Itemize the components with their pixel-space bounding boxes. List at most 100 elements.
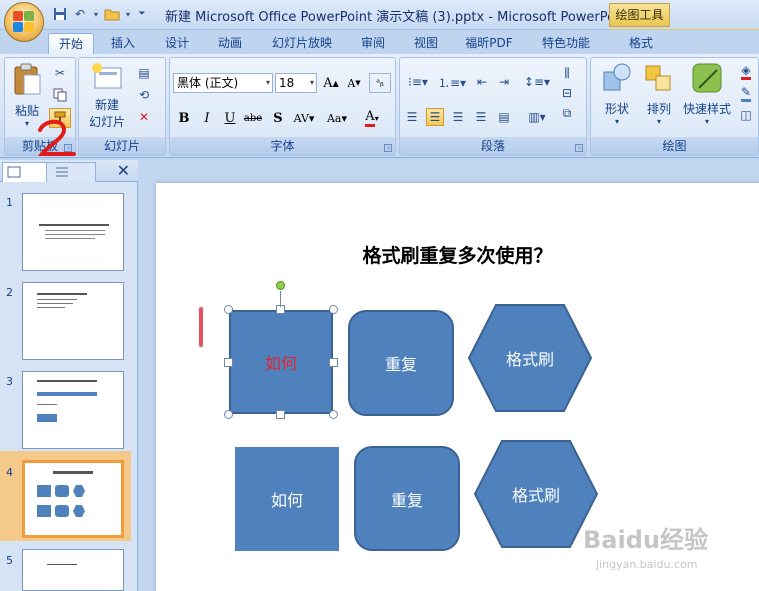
customize-qat-icon[interactable]: ⏷ [136,6,148,22]
decrease-indent-icon[interactable]: ⇤ [473,73,491,91]
align-left-icon[interactable]: ☰ [403,108,421,126]
quick-styles-label: 快速样式 [682,102,731,116]
new-slide-icon [83,62,131,93]
character-spacing-icon[interactable]: AV▾ [290,108,318,128]
distributed-icon[interactable]: ▤ [495,108,513,126]
tab-animation[interactable]: 动画 [207,33,253,54]
shape-hexagon[interactable] [467,303,593,413]
paragraph-group-label: 段落 [400,137,586,155]
change-case-icon[interactable]: Aa▾ [322,108,352,128]
resize-handle[interactable] [276,410,285,419]
resize-handle[interactable] [329,410,338,419]
office-button[interactable] [4,2,44,42]
font-dialog-launcher-icon[interactable]: ↘ [384,144,392,152]
quick-styles-dropdown-icon: ▾ [704,117,709,126]
underline-icon[interactable]: U [219,108,241,128]
arrange-icon [639,62,679,97]
slide-thumbnail-2[interactable] [22,282,124,360]
shape-hexagon[interactable] [473,439,599,549]
cut-icon[interactable]: ✂ [51,64,69,82]
new-slide-button[interactable]: 新建 幻灯片 [83,62,131,130]
undo-icon[interactable]: ↶ [72,6,88,22]
align-right-icon[interactable]: ☰ [449,108,467,126]
font-name-select[interactable]: 黑体 (正文) ▾ [173,73,273,93]
tab-foxit-pdf[interactable]: 福昕PDF [460,33,518,54]
shapes-button[interactable]: 形状 ▾ [595,62,639,126]
tab-design[interactable]: 设计 [154,33,200,54]
strikethrough-icon[interactable]: abe [242,108,264,128]
office-logo-icon [13,11,35,33]
tab-format[interactable]: 格式 [618,33,664,54]
shapes-dropdown-icon: ▾ [614,117,619,126]
shadow-icon[interactable]: S [267,108,289,128]
copy-icon[interactable] [51,86,69,104]
tab-insert[interactable]: 插入 [100,33,146,54]
slides-group-label: 幻灯片 [79,137,165,155]
numbering-icon[interactable]: ⒈≡▾ [437,73,467,91]
resize-handle[interactable] [224,358,233,367]
watermark-url: jingyan.baidu.com [596,558,698,571]
shrink-font-icon[interactable]: A ▼ [343,73,365,93]
resize-handle[interactable] [224,305,233,314]
increase-indent-icon[interactable]: ⇥ [495,73,513,91]
italic-icon[interactable]: I [196,108,218,128]
font-color-icon[interactable]: A ▾ [357,108,387,128]
font-size-dropdown-icon: ▾ [309,78,314,87]
shape-outline-icon[interactable]: ✎ [737,84,755,102]
slides-pane: ✕ 1 2 3 4 5 [0,160,138,591]
slide-thumbnail-3[interactable] [22,371,124,449]
grow-font-icon[interactable]: A ▲ [320,73,342,93]
quick-styles-button[interactable]: 快速样式 ▾ [679,62,735,126]
bold-icon[interactable]: B [173,108,195,128]
line-spacing-icon[interactable]: ↕≡▾ [522,73,552,91]
paragraph-dialog-launcher-icon[interactable]: ↘ [575,144,583,152]
close-pane-icon[interactable]: ✕ [117,161,130,180]
columns-icon[interactable]: ▥▾ [522,108,552,126]
tab-view[interactable]: 视图 [403,33,449,54]
open-folder-icon[interactable] [104,6,120,22]
text-direction-icon[interactable]: ⫼ [558,64,576,82]
shape-effects-icon[interactable]: ◫ [737,106,755,124]
slide-canvas[interactable]: 格式刷重复多次使用？ 如何 重复 格式刷 如何 重复 格式刷 Baidu经验 j… [156,183,759,591]
justify-icon[interactable]: ☰ [472,108,490,126]
slide-thumbnail-4[interactable] [22,460,124,538]
reset-icon[interactable]: ⟲ [135,86,153,104]
resize-handle[interactable] [329,358,338,367]
slide-title[interactable]: 格式刷重复多次使用？ [156,241,759,268]
align-center-icon[interactable]: ☰ [426,108,444,126]
delete-slide-icon[interactable]: ✕ [135,108,153,126]
outline-tab[interactable] [46,162,96,182]
font-size-select[interactable]: 18 ▾ [275,73,317,93]
slide-number: 5 [6,554,13,567]
smartart-icon[interactable]: ⧉ [558,104,576,122]
slide-thumbnail-1[interactable] [22,193,124,271]
shape-square-selected[interactable]: 如何 [229,310,333,414]
shape-rounded-rect[interactable]: 重复 [354,446,460,551]
resize-handle[interactable] [224,410,233,419]
tab-special-features[interactable]: 特色功能 [537,33,595,54]
shape-square[interactable]: 如何 [235,447,339,551]
shape-fill-icon[interactable]: ◈ [737,62,755,80]
font-size-value: 18 [279,76,295,90]
undo-dropdown-icon[interactable]: ▾ [92,6,100,22]
rotate-handle[interactable] [276,281,285,290]
font-name-value: 黑体 (正文) [177,76,239,90]
slide-thumbnail-5[interactable] [22,549,124,591]
pane-tabs: ✕ [0,160,138,182]
align-text-icon[interactable]: ⊟ [558,84,576,102]
layout-icon[interactable]: ▤ [135,64,153,82]
tab-home[interactable]: 开始 [48,33,94,54]
tab-slideshow[interactable]: 幻灯片放映 [266,33,338,54]
arrange-button[interactable]: 排列 ▾ [639,62,679,126]
slides-tab[interactable] [2,162,48,182]
resize-handle[interactable] [329,305,338,314]
shape-text: 如何 [264,354,297,373]
shape-rounded-rect[interactable]: 重复 [348,310,454,416]
bullets-icon[interactable]: ⁝≡▾ [403,73,433,91]
text-cursor-marker [199,307,203,347]
tab-review[interactable]: 审阅 [350,33,396,54]
save-icon[interactable] [52,6,68,22]
clear-formatting-icon[interactable]: ᵃᵦ [369,73,391,93]
qat-dropdown-icon[interactable]: ▾ [124,6,132,22]
slides-group: 新建 幻灯片 ▤ ⟲ ✕ 幻灯片 [78,57,166,156]
